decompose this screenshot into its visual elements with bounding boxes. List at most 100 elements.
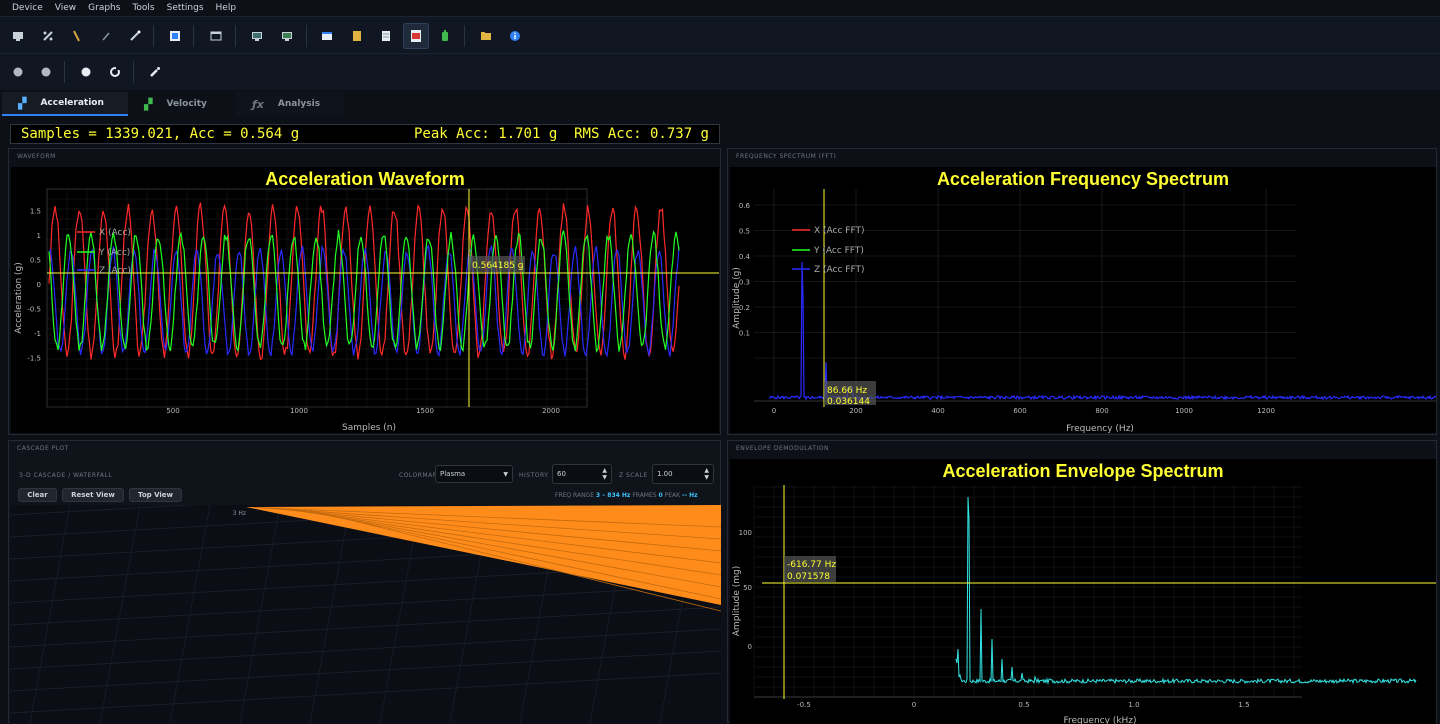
envelope-line (955, 496, 1417, 685)
cascade-plot[interactable]: 3 Hz (10, 505, 721, 723)
menu-help[interactable]: Help (216, 3, 237, 13)
x-tick-label: 0 (772, 407, 776, 415)
pen-icon[interactable] (95, 25, 117, 47)
zscale-label: Z SCALE (619, 472, 648, 479)
menu-device[interactable]: Device (12, 3, 43, 13)
y-tick-label: -1 (34, 330, 41, 338)
legend-y: Y (Acc FFT) (813, 246, 864, 256)
zscale-stepper[interactable]: 1.00 ▲ ▼ (652, 464, 714, 484)
waterfall-surface (246, 505, 721, 605)
wand-icon[interactable] (124, 25, 146, 47)
panel-title: ENVELOPE DEMODULATION (736, 445, 829, 452)
refresh-icon[interactable] (104, 61, 126, 83)
legend-z: Z (Acc FFT) (814, 265, 865, 275)
browser-icon[interactable] (316, 25, 338, 47)
top-view-button[interactable]: Top View (129, 488, 182, 502)
dot-icon[interactable] (75, 61, 97, 83)
history-stepper[interactable]: 60 ▲ ▼ (552, 464, 612, 484)
document-icon[interactable] (375, 25, 397, 47)
clipboard-icon[interactable] (346, 25, 368, 47)
envelope-panel: ENVELOPE DEMODULATION Acceleration Envel… (727, 440, 1437, 724)
x-axis-label: Frequency (Hz) (1066, 424, 1134, 433)
legend-y: Y (Acc) (98, 248, 130, 258)
menu-settings[interactable]: Settings (167, 3, 204, 13)
brush-icon[interactable] (144, 61, 166, 83)
history-value: 60 (557, 470, 566, 478)
menu-graphs[interactable]: Graphs (88, 3, 120, 13)
main-toolbar (0, 16, 1440, 54)
chart-icon: ▞ (144, 97, 153, 111)
tab-label: Velocity (166, 99, 207, 109)
spin-arrows-icon: ▲ ▼ (704, 467, 709, 481)
tab-label: Acceleration (40, 98, 104, 108)
menu-view[interactable]: View (55, 3, 76, 13)
monitor-left-icon[interactable] (246, 25, 268, 47)
pdf-icon[interactable] (403, 23, 429, 49)
x-tick-label: -0.5 (797, 701, 811, 709)
x-tick-label: 400 (931, 407, 944, 415)
clear-button[interactable]: Clear (18, 488, 57, 502)
stop-dot-icon[interactable] (35, 61, 57, 83)
record-dot-icon[interactable] (7, 61, 29, 83)
spin-arrows-icon: ▲ ▼ (602, 467, 607, 481)
panel-title: WAVEFORM (17, 153, 56, 160)
legend-x: X (Acc) (99, 228, 131, 238)
menu-bar: Device View Graphs Tools Settings Help (0, 0, 1440, 16)
info-icon[interactable] (504, 25, 526, 47)
y-axis-label: Acceleration (g) (14, 262, 24, 334)
legend: X (Acc FFT) Y (Acc FFT) Z (Acc FFT) (792, 226, 865, 275)
tab-acceleration[interactable]: ▞ Acceleration (2, 92, 128, 116)
secondary-toolbar (0, 54, 1440, 90)
cursor-label-2: 0.036144 (827, 397, 870, 407)
x-tick-label: 800 (1095, 407, 1108, 415)
tab-analysis[interactable]: ƒx Analysis (236, 92, 344, 116)
battery-icon[interactable] (434, 25, 456, 47)
colormap-select[interactable]: Plasma ▼ (435, 465, 513, 483)
y-tick-label: 0 (37, 281, 41, 289)
y-axis-label: Amplitude (g) (732, 267, 742, 329)
export-icon[interactable] (164, 25, 186, 47)
x-tick-label: 600 (1013, 407, 1026, 415)
y-axis-label: Amplitude (mg) (732, 566, 742, 636)
axis-label: 3 Hz (233, 510, 246, 517)
monitor-right-icon[interactable] (276, 25, 298, 47)
panel-title: FREQUENCY SPECTRUM (FFT) (736, 153, 837, 160)
frames-label: FRAMES (632, 492, 657, 499)
freq-range-value: 3 – 834 Hz (595, 492, 631, 499)
y-tick-label: 0.1 (739, 330, 750, 338)
reset-view-button[interactable]: Reset View (62, 488, 124, 502)
y-tick-label: -1.5 (27, 355, 41, 363)
x-axis-label: Samples (n) (342, 423, 396, 433)
status-right: Peak Acc: 1.701 g RMS Acc: 0.737 g (413, 126, 709, 142)
zscale-value: 1.00 (657, 470, 673, 478)
x-tick-label: 500 (166, 407, 179, 415)
y-tick-label: 50 (743, 584, 752, 592)
probe-icon[interactable] (66, 25, 88, 47)
calibrate-icon[interactable] (37, 25, 59, 47)
connect-icon[interactable] (7, 25, 29, 47)
tab-velocity[interactable]: ▞ Velocity (128, 92, 236, 116)
status-readout: Samples = 1339.021, Acc = 0.564 g Peak A… (10, 124, 720, 144)
panel-title: CASCADE PLOT (17, 445, 69, 452)
cursor-label-2: 0.071578 (787, 572, 830, 582)
envelope-plot[interactable]: Acceleration Envelope Spectrum -616.77 H… (730, 459, 1436, 724)
y-tick-label: 1.5 (30, 208, 41, 216)
cascade-subtitle: 3-D CASCADE / WATERFALL (19, 472, 113, 479)
y-tick-label: 1 (37, 232, 41, 240)
y-tick-label: 0.6 (739, 202, 751, 210)
status-left: Samples = 1339.021, Acc = 0.564 g (21, 126, 300, 142)
y-tick-label: 0.5 (739, 228, 750, 236)
fft-plot[interactable]: Acceleration Frequency Spectrum 86.66 Hz… (730, 167, 1436, 433)
window-icon[interactable] (205, 25, 227, 47)
y-tick-label: 0.5 (30, 257, 41, 265)
folder-icon[interactable] (475, 25, 497, 47)
waveform-panel: WAVEFORM Acceleration Waveform 0.564185 … (8, 148, 721, 435)
x-tick-label: 0 (912, 701, 916, 709)
x-tick-label: 2000 (542, 407, 560, 415)
colormap-label: COLORMAP (399, 472, 437, 479)
x-tick-label: 0.5 (1018, 701, 1029, 709)
waveform-plot[interactable]: Acceleration Waveform 0.564185 g X (Acc)… (11, 167, 719, 433)
y-tick-label: 0.4 (739, 253, 751, 261)
menu-tools[interactable]: Tools (132, 3, 154, 13)
tab-bar: ▞ Acceleration ▞ Velocity ƒx Analysis (0, 90, 1440, 118)
